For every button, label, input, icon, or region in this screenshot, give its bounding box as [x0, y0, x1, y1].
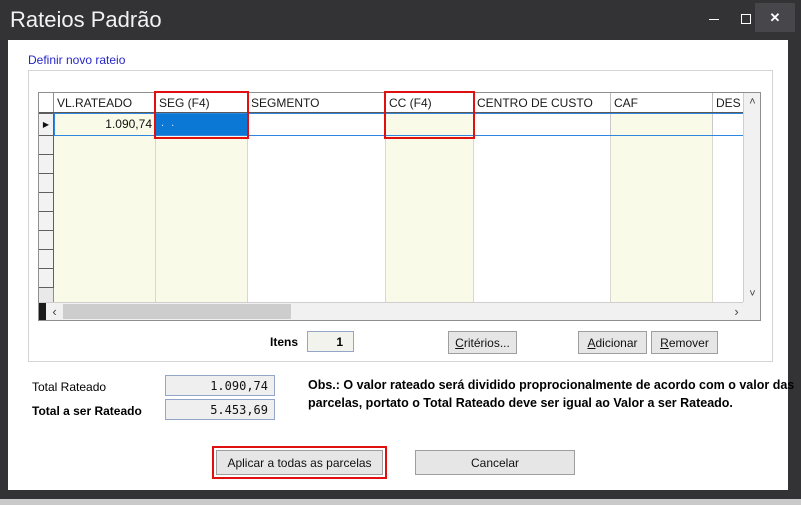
row-selector[interactable]: [39, 249, 54, 269]
row-selector[interactable]: [39, 173, 54, 193]
total-rateado-field[interactable]: 1.090,74: [165, 375, 275, 396]
column-background-segmento: [248, 113, 386, 302]
total-rateado-label: Total Rateado: [32, 380, 106, 394]
aplicar-a-todas-as-parcelas-button[interactable]: Aplicar a todas as parcelas: [216, 450, 383, 475]
column-header-seg-f4[interactable]: SEG (F4): [156, 93, 248, 112]
remover-button[interactable]: Remover: [651, 331, 718, 354]
highlight-rect-aplicar-button: Aplicar a todas as parcelas: [212, 446, 387, 479]
window-title: Rateios Padrão: [10, 7, 162, 33]
scroll-down-icon[interactable]: ˅: [744, 285, 761, 302]
obs-note: Obs.: O valor rateado será dividido prop…: [308, 377, 797, 412]
adicionar-button[interactable]: Adicionar: [578, 331, 647, 354]
column-background-vl-rateado: [54, 113, 156, 302]
cell-seg-selected[interactable]: . .: [156, 114, 248, 135]
cell-vl-rateado[interactable]: 1.090,74: [55, 114, 156, 135]
column-header-vl-rateado[interactable]: VL.RATEADO: [54, 93, 156, 112]
close-icon: ✕: [770, 10, 781, 26]
column-header-segmento[interactable]: SEGMENTO: [248, 93, 386, 112]
row-selector[interactable]: [39, 154, 54, 174]
cell-cc[interactable]: [386, 114, 474, 135]
vertical-scrollbar[interactable]: ˄ ˅: [743, 93, 760, 302]
total-a-ser-rateado-label: Total a ser Rateado: [32, 404, 142, 418]
column-background-des: [713, 113, 745, 302]
dialog-content: Definir novo rateio VL.RATEADO SEG (F4) …: [8, 40, 788, 490]
horizontal-scrollbar-thumb[interactable]: [63, 304, 291, 319]
column-background-cc: [386, 113, 474, 302]
cancelar-button[interactable]: Cancelar: [415, 450, 575, 475]
row-selector[interactable]: [39, 268, 54, 288]
column-background-caf: [611, 113, 713, 302]
row-selector[interactable]: [39, 211, 54, 231]
scroll-left-icon[interactable]: ‹: [46, 303, 63, 320]
row-selector[interactable]: [39, 230, 54, 250]
dialog-window: Rateios Padrão ✕ Definir novo rateio VL.…: [0, 0, 801, 505]
table-row: 1.090,74 . .: [54, 113, 745, 136]
row-selector-current[interactable]: ▶: [39, 113, 54, 136]
current-row-marker-icon: ▶: [43, 121, 49, 129]
total-a-ser-rateado-field[interactable]: 5.453,69: [165, 399, 275, 420]
minimize-button[interactable]: [700, 8, 728, 30]
column-header-centro-de-custo[interactable]: CENTRO DE CUSTO: [474, 93, 611, 112]
itens-count-field[interactable]: 1: [307, 331, 354, 352]
column-background-centro-de-custo: [474, 113, 611, 302]
groupbox-label: Definir novo rateio: [28, 53, 125, 67]
titlebar: Rateios Padrão ✕: [0, 0, 801, 40]
cell-caf[interactable]: [611, 114, 713, 135]
cell-centro-de-custo[interactable]: [474, 114, 611, 135]
cell-segmento[interactable]: [248, 114, 386, 135]
grid-header-row: VL.RATEADO SEG (F4) SEGMENTO CC (F4) CEN…: [39, 93, 745, 113]
horizontal-scrollbar[interactable]: ‹ ›: [39, 302, 745, 320]
scrollbar-corner: [743, 302, 760, 320]
scroll-up-icon[interactable]: ˄: [744, 93, 761, 110]
minimize-icon: [709, 19, 719, 20]
close-button[interactable]: ✕: [755, 3, 795, 32]
grid-pending-indicator: [39, 303, 46, 320]
row-selector[interactable]: [39, 135, 54, 155]
row-selector[interactable]: [39, 192, 54, 212]
maximize-icon: [741, 14, 751, 24]
rateio-grid: VL.RATEADO SEG (F4) SEGMENTO CC (F4) CEN…: [38, 92, 761, 321]
criterios-button[interactable]: Critérios...: [448, 331, 517, 354]
column-header-caf[interactable]: CAF: [611, 93, 713, 112]
column-background-seg: [156, 113, 248, 302]
cell-des[interactable]: [713, 114, 744, 135]
grid-body: ▶ 1.090,74 . .: [39, 113, 745, 302]
row-header-gutter: ▶: [39, 113, 54, 302]
column-header-cc-f4[interactable]: CC (F4): [386, 93, 474, 112]
itens-label: Itens: [270, 335, 298, 349]
column-header-des[interactable]: DES: [713, 93, 745, 112]
row-gutter-empty: [39, 135, 53, 288]
window-bottom-edge: [0, 499, 801, 505]
grid-corner-cell: [39, 93, 54, 112]
